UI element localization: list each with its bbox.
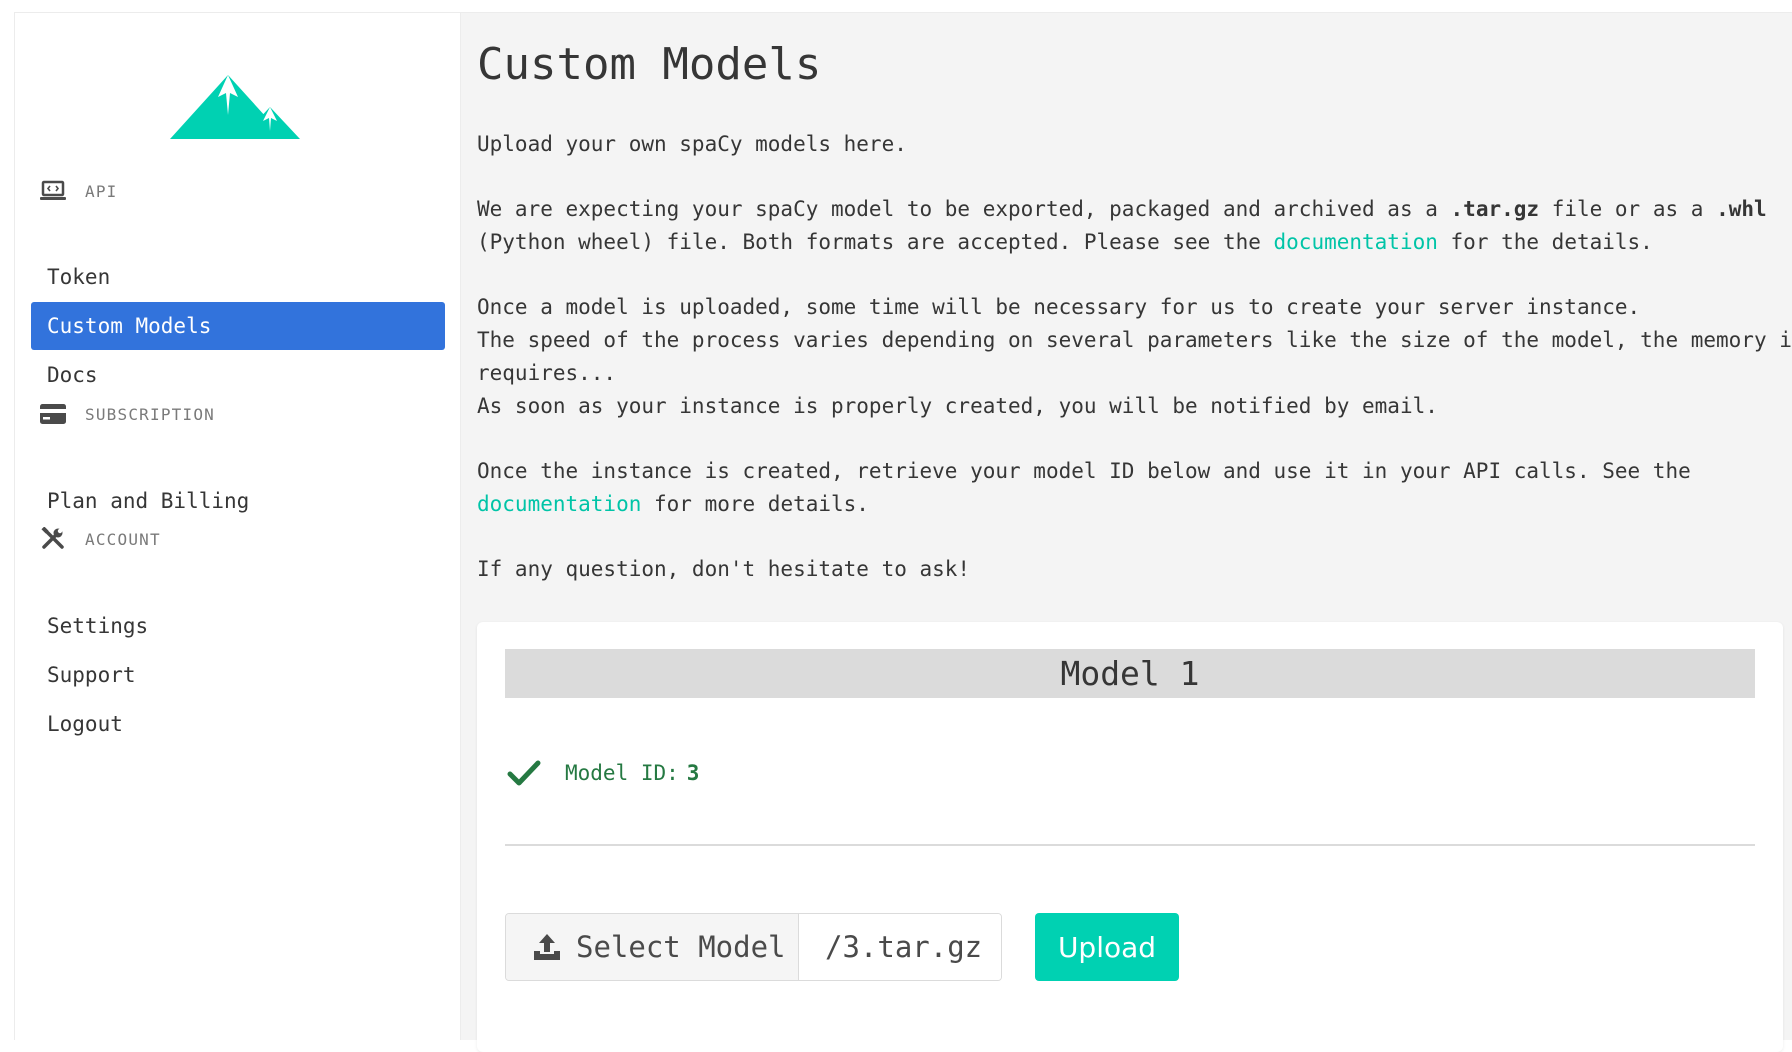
sidebar-item-label: Support: [47, 663, 136, 687]
sidebar-item-logout[interactable]: Logout: [31, 700, 445, 748]
instructions: Upload your own spaCy models here. We ar…: [477, 128, 1792, 618]
section-api-label: API: [85, 181, 118, 201]
sidebar-item-settings[interactable]: Settings: [31, 602, 445, 650]
sidebar-item-token[interactable]: Token: [31, 253, 445, 301]
format-text-part: (Python wheel) file. Both formats are ac…: [477, 230, 1274, 254]
format-text-part: file or as a: [1539, 197, 1717, 221]
upload-button[interactable]: Upload: [1035, 913, 1179, 981]
process-text: Once a model is uploaded, some time will…: [477, 291, 1792, 423]
question-text: If any question, don't hesitate to ask!: [477, 557, 971, 581]
mountain-logo: [170, 75, 300, 139]
sidebar-item-label: Custom Models: [47, 314, 212, 338]
select-model-label: Select Model: [576, 930, 786, 964]
format-text: We are expecting your spaCy model to be …: [477, 193, 1792, 259]
model-card: Model 1 Model ID: 3 Select Model /3.tar.: [477, 622, 1783, 1052]
section-account: ACCOUNT: [39, 527, 161, 551]
sidebar-item-label: Logout: [47, 712, 123, 736]
sidebar: API Token Custom Models Docs SUBSCRIPTIO…: [15, 13, 461, 1040]
app-root: API Token Custom Models Docs SUBSCRIPTIO…: [14, 12, 1792, 1052]
file-input[interactable]: Select Model /3.tar.gz: [505, 913, 1002, 981]
section-subscription-label: SUBSCRIPTION: [85, 404, 215, 424]
process-line: The speed of the process varies dependin…: [477, 328, 1792, 385]
model-id-label: Model ID:: [565, 761, 679, 785]
intro-text: Upload your own spaCy models here.: [477, 132, 907, 156]
tools-icon: [39, 527, 67, 551]
format-text-part: We are expecting your spaCy model to be …: [477, 197, 1451, 221]
documentation-link-2[interactable]: documentation: [477, 492, 641, 516]
ext-tar-gz: .tar.gz: [1450, 197, 1540, 221]
sidebar-item-custom-models[interactable]: Custom Models: [31, 302, 445, 350]
retrieve-text-part: Once the instance is created, retrieve y…: [477, 459, 1691, 483]
documentation-link[interactable]: documentation: [1274, 230, 1438, 254]
sidebar-item-label: Docs: [47, 363, 98, 387]
retrieve-text-part: for more details.: [641, 492, 869, 516]
section-subscription: SUBSCRIPTION: [39, 402, 215, 426]
laptop-code-icon: [39, 179, 67, 203]
ext-whl: .whl: [1716, 197, 1767, 221]
select-model-button[interactable]: Select Model: [506, 914, 799, 980]
process-line: Once a model is uploaded, some time will…: [477, 295, 1641, 319]
model-card-header: Model 1: [505, 649, 1755, 698]
format-text-part: for the details.: [1437, 230, 1653, 254]
sidebar-item-plan-and-billing[interactable]: Plan and Billing: [31, 477, 445, 525]
sidebar-item-label: Token: [47, 265, 111, 289]
main-content: Custom Models Upload your own spaCy mode…: [461, 13, 1792, 1052]
check-icon: [507, 760, 541, 786]
sidebar-item-label: Plan and Billing: [47, 489, 250, 513]
section-account-label: ACCOUNT: [85, 529, 161, 549]
retrieve-text: Once the instance is created, retrieve y…: [477, 455, 1792, 521]
model-id-row: Model ID: 3: [507, 758, 699, 788]
sidebar-item-support[interactable]: Support: [31, 651, 445, 699]
credit-card-icon: [39, 402, 67, 426]
upload-icon: [534, 934, 560, 960]
sidebar-item-docs[interactable]: Docs: [31, 351, 445, 399]
divider: [505, 844, 1755, 846]
section-api: API: [39, 179, 118, 203]
process-line: As soon as your instance is properly cre…: [477, 394, 1438, 418]
sidebar-item-label: Settings: [47, 614, 149, 638]
file-name: /3.tar.gz: [799, 914, 1001, 980]
page-title: Custom Models: [477, 39, 822, 90]
model-id-value: 3: [686, 761, 700, 785]
